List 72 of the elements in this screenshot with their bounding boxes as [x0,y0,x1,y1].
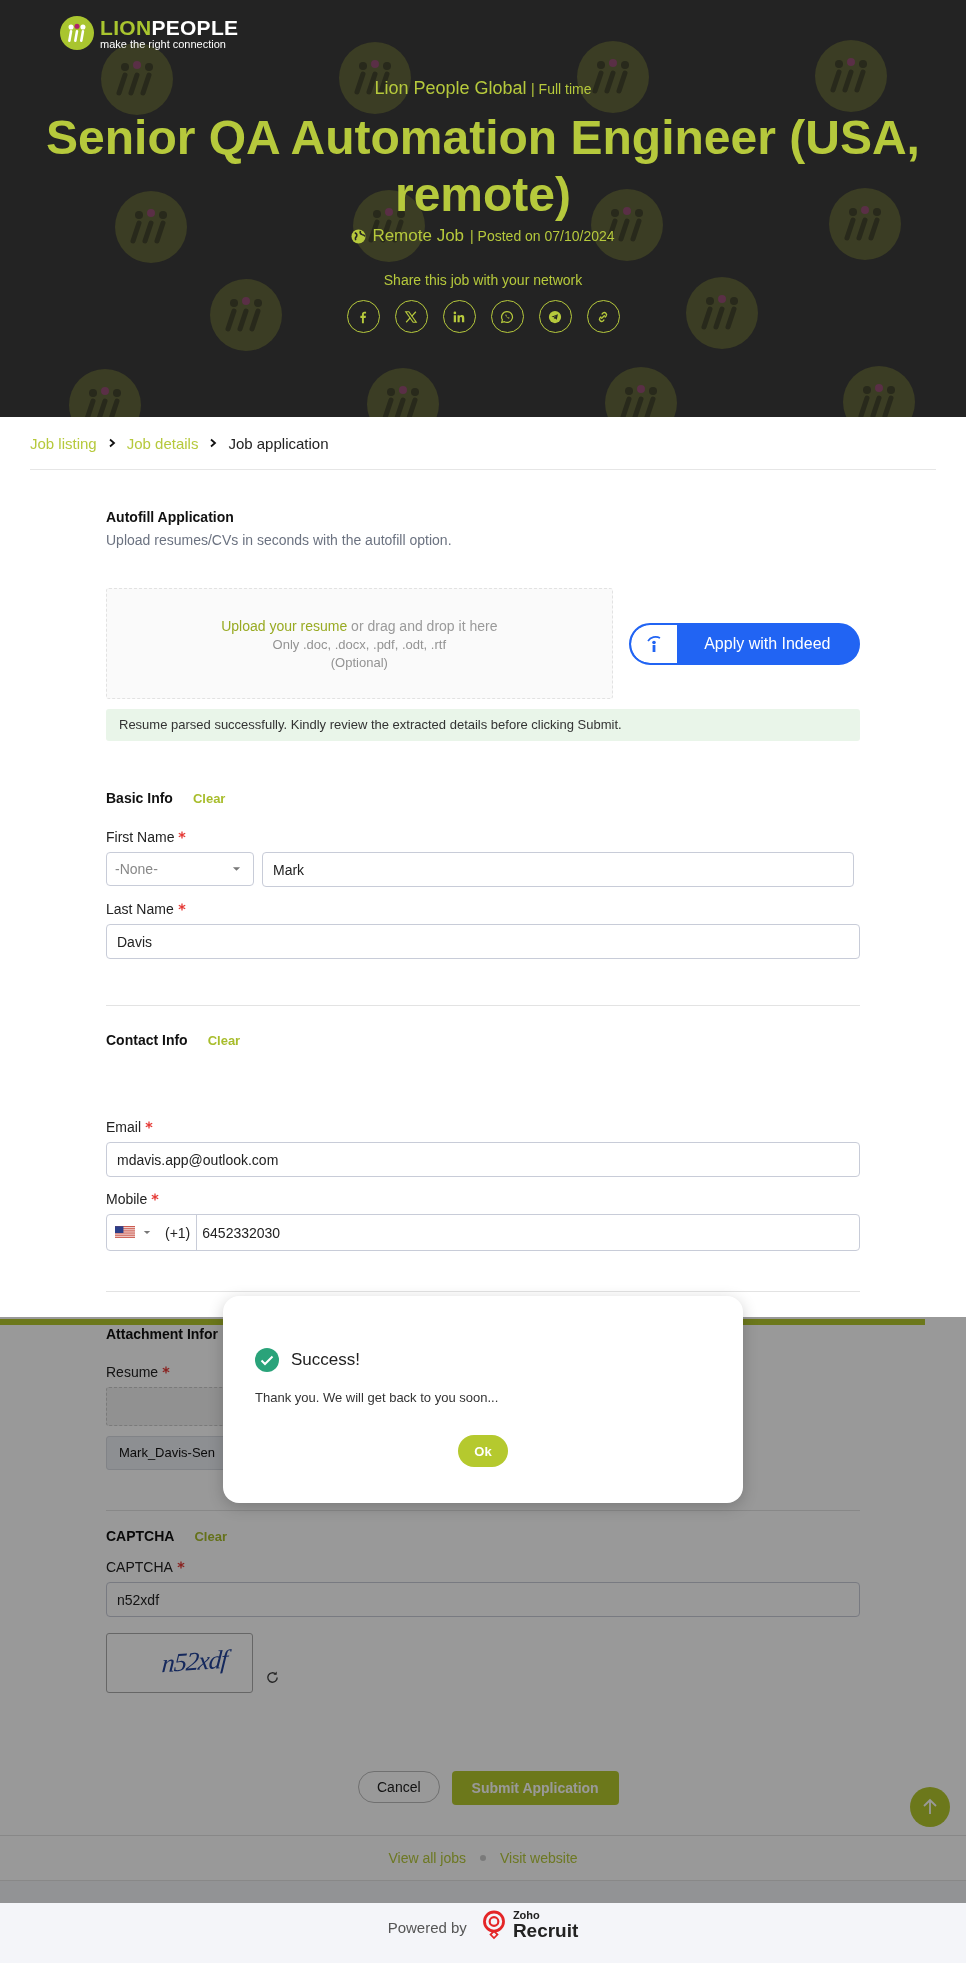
section-heading: Autofill Application [106,508,234,526]
share-label: Share this job with your network [382,272,584,288]
breadcrumb-link[interactable]: Job listing [30,434,97,452]
link-icon [596,309,610,324]
job-title: Senior QA Automation Engineer (USA, remote) [45,110,921,223]
posted-date: | Posted on 07/10/2024 [470,228,615,244]
field-label: Mobile [106,1190,148,1208]
mobile-field[interactable]: (+1) 6452332030 [106,1214,860,1251]
email-field[interactable]: mdavis.app@outlook.com [106,1142,860,1177]
breadcrumb-link[interactable]: Job details [126,434,199,452]
field-label: CAPTCHA [106,1558,173,1576]
ok-button[interactable]: Ok [458,1435,508,1467]
section-heading: Contact Info [106,1031,188,1049]
clear-link[interactable]: Clear [194,1528,227,1544]
separator-dot [480,1855,486,1861]
x-logo-icon [404,309,418,324]
section-subtitle: Upload resumes/CVs in seconds with the autofill option. [106,532,452,548]
breadcrumb-link[interactable]: Job application [228,434,329,452]
flag-icon [115,1226,135,1239]
paper-plane-icon [548,309,562,324]
success-message: Resume parsed successfully. Kindly review the extracted details before clicking Submit. [106,709,860,741]
clear-link[interactable]: Clear [192,790,226,806]
logo-wordmark: Recruit [512,1921,579,1941]
salutation-dropdown[interactable]: -None- [106,852,254,886]
linkedin-icon [452,309,466,324]
captcha-image: n52xdf [106,1633,253,1693]
last-name-field[interactable]: Davis [106,924,860,959]
phone-number: 6452332030 [201,1224,281,1241]
employment-type: | Full time [531,81,592,97]
section-heading: Attachment Infor [106,1325,218,1343]
emblem-drawing [829,188,901,260]
check-circle-icon [255,1348,279,1372]
pin-logo-icon [480,1909,507,1941]
footer-link[interactable]: View all jobs [388,1850,466,1866]
optional-hint: (Optional) [330,654,388,670]
field-label: Last Name [106,900,174,918]
job-location: Remote Job [372,226,465,246]
emblem-drawing [210,279,282,351]
country-code: (+1) [165,1224,191,1241]
emblem-drawing [115,191,187,263]
chevron-right-icon [208,438,219,448]
logo-wordmark: LIONPEOPLE [100,16,239,38]
cancel-button[interactable]: Cancel [358,1771,440,1803]
upload-instruction: Upload your resume or drag and drop it here [221,617,498,634]
field-label: Resume [106,1363,159,1381]
caret-down-icon [143,1230,151,1235]
refresh-icon[interactable] [265,1670,280,1685]
resume-dropzone[interactable]: Upload your resume or drag and drop it here Only .doc, .docx, .pdf, .odt, .rtf (Optional) [106,588,613,699]
dialog-message: Thank you. We will get back to you soon... [255,1390,500,1405]
submit-application-button[interactable]: Submit Application [451,1771,619,1805]
globe-icon [351,228,367,244]
field-label: First Name [106,828,175,846]
emblem-drawing [339,42,411,114]
section-heading: Basic Info [106,789,173,807]
emblem-drawing [686,277,758,349]
emblem-drawing [815,40,887,112]
captcha-field[interactable]: n52xdf [106,1582,860,1617]
powered-by-label: Powered by [387,1919,467,1936]
file-formats-hint: Only .doc, .docx, .pdf, .odt, .rtf [272,636,446,652]
logo-icon [60,16,94,50]
dialog-title: Success! [291,1350,360,1370]
apply-with-indeed-button[interactable]: Apply with Indeed [628,622,860,665]
logo-tagline: make the right connection [100,37,227,50]
logo-small-text: Zoho [512,1909,541,1921]
clear-link[interactable]: Clear [207,1032,241,1048]
section-heading: CAPTCHA [106,1527,175,1545]
first-name-field[interactable]: Mark [262,852,854,887]
field-label: Email [106,1118,141,1136]
caret-down-icon [232,866,241,872]
company-name: Lion People Global [374,78,527,98]
chat-bubble-icon [500,309,514,324]
footer-link[interactable]: Visit website [500,1850,578,1866]
